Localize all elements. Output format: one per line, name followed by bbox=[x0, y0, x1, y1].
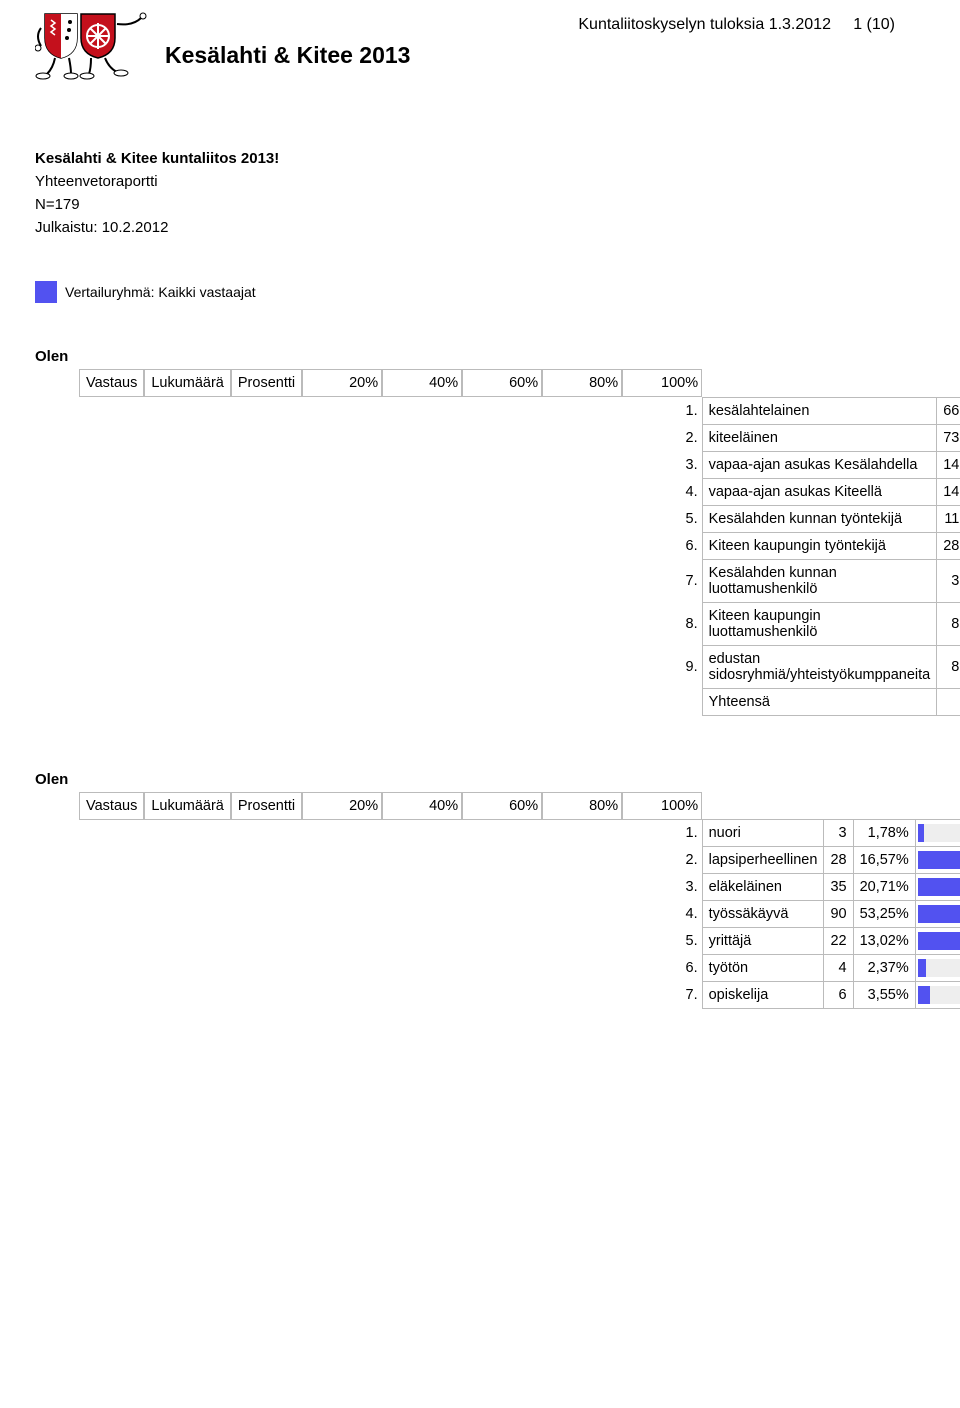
row-label: lapsiperheellinen bbox=[702, 847, 824, 874]
col-pct: Prosentti bbox=[231, 792, 302, 820]
row-index: 1. bbox=[53, 397, 702, 424]
report-subtitle: Yhteenvetoraportti bbox=[35, 173, 895, 190]
row-index: 1. bbox=[53, 820, 702, 847]
row-pct: 2,37% bbox=[853, 955, 915, 982]
page-header-right: Kuntaliitoskyselyn tuloksia 1.3.2012 1 (… bbox=[578, 10, 895, 34]
col-count: Lukumäärä bbox=[144, 792, 231, 820]
tick-label: 40% bbox=[382, 792, 462, 820]
row-count: 6 bbox=[824, 982, 853, 1009]
doc-title-right: Kuntaliitoskyselyn tuloksia 1.3.2012 bbox=[578, 16, 831, 33]
tick-label: 60% bbox=[462, 369, 542, 397]
row-bar bbox=[915, 928, 960, 955]
row-index: 2. bbox=[53, 847, 702, 874]
row-label: kesälahtelainen bbox=[702, 397, 937, 424]
row-count: 14 bbox=[937, 451, 960, 478]
tick-label: 20% bbox=[302, 369, 382, 397]
row-label: nuori bbox=[702, 820, 824, 847]
row-label: Kiteen kaupungin luottamushenkilö bbox=[702, 602, 937, 645]
row-index: 5. bbox=[53, 505, 702, 532]
legend-label: Vertailuryhmä: Kaikki vastaajat bbox=[65, 284, 256, 300]
row-label: työtön bbox=[702, 955, 824, 982]
row-count: 4 bbox=[824, 955, 853, 982]
row-label: vapaa-ajan asukas Kiteellä bbox=[702, 478, 937, 505]
row-label: yrittäjä bbox=[702, 928, 824, 955]
q1-title: Olen bbox=[35, 348, 895, 365]
row-index: 7. bbox=[53, 982, 702, 1009]
row-count: 22 bbox=[824, 928, 853, 955]
row-label: eläkeläinen bbox=[702, 874, 824, 901]
row-count: 11 bbox=[937, 505, 960, 532]
tick-label: 100% bbox=[622, 369, 702, 397]
row-index: 4. bbox=[53, 901, 702, 928]
tick-label: 80% bbox=[542, 369, 622, 397]
row-index: 3. bbox=[53, 451, 702, 478]
row-index: 2. bbox=[53, 424, 702, 451]
row-bar bbox=[915, 982, 960, 1009]
row-count: 73 bbox=[937, 424, 960, 451]
row-pct: 1,78% bbox=[853, 820, 915, 847]
row-label: edustan sidosryhmiä/yhteistyökumppaneita bbox=[702, 645, 937, 688]
row-count: 28 bbox=[937, 532, 960, 559]
row-label: kiteeläinen bbox=[702, 424, 937, 451]
total-label: Yhteensä bbox=[702, 688, 937, 715]
tick-label: 60% bbox=[462, 792, 542, 820]
row-label: Kiteen kaupungin työntekijä bbox=[702, 532, 937, 559]
report-n: N=179 bbox=[35, 196, 895, 213]
row-label: opiskelija bbox=[702, 982, 824, 1009]
row-bar bbox=[915, 874, 960, 901]
tick-label: 80% bbox=[542, 792, 622, 820]
row-bar bbox=[915, 901, 960, 928]
tick-label: 100% bbox=[622, 792, 702, 820]
row-count: 28 bbox=[824, 847, 853, 874]
row-index: 9. bbox=[53, 645, 702, 688]
row-pct: 13,02% bbox=[853, 928, 915, 955]
row-index: 4. bbox=[53, 478, 702, 505]
row-pct: 3,55% bbox=[853, 982, 915, 1009]
brand-logo bbox=[35, 10, 155, 80]
row-count: 35 bbox=[824, 874, 853, 901]
row-label: vapaa-ajan asukas Kesälahdella bbox=[702, 451, 937, 478]
q2-table: VastausLukumääräProsentti20%40%60%80%100… bbox=[53, 792, 960, 1010]
col-answer: Vastaus bbox=[79, 369, 144, 397]
tick-label: 40% bbox=[382, 369, 462, 397]
row-count: 14 bbox=[937, 478, 960, 505]
row-index: 8. bbox=[53, 602, 702, 645]
row-count: 8 bbox=[937, 645, 960, 688]
row-index: 3. bbox=[53, 874, 702, 901]
row-bar bbox=[915, 847, 960, 874]
row-count: 90 bbox=[824, 901, 853, 928]
row-bar bbox=[915, 820, 960, 847]
row-count: 3 bbox=[937, 559, 960, 602]
row-pct: 16,57% bbox=[853, 847, 915, 874]
row-index: 7. bbox=[53, 559, 702, 602]
row-label: työssäkäyvä bbox=[702, 901, 824, 928]
row-pct: 53,25% bbox=[853, 901, 915, 928]
col-answer: Vastaus bbox=[79, 792, 144, 820]
col-pct: Prosentti bbox=[231, 369, 302, 397]
row-count: 8 bbox=[937, 602, 960, 645]
tick-label: 20% bbox=[302, 792, 382, 820]
col-count: Lukumäärä bbox=[144, 369, 231, 397]
row-pct: 20,71% bbox=[853, 874, 915, 901]
report-published: Julkaistu: 10.2.2012 bbox=[35, 219, 895, 236]
q1-table: VastausLukumääräProsentti20%40%60%80%100… bbox=[53, 369, 960, 716]
row-label: Kesälahden kunnan luottamushenkilö bbox=[702, 559, 937, 602]
row-bar bbox=[915, 955, 960, 982]
q2-title: Olen bbox=[35, 771, 895, 788]
page-indicator: 1 (10) bbox=[853, 16, 895, 33]
row-label: Kesälahden kunnan työntekijä bbox=[702, 505, 937, 532]
row-index: 5. bbox=[53, 928, 702, 955]
row-index: 6. bbox=[53, 955, 702, 982]
report-title: Kesälahti & Kitee kuntaliitos 2013! bbox=[35, 150, 895, 167]
row-count: 3 bbox=[824, 820, 853, 847]
brand-title: Kesälahti & Kitee 2013 bbox=[165, 10, 410, 69]
row-index: 6. bbox=[53, 532, 702, 559]
legend-swatch bbox=[35, 281, 57, 303]
row-count: 66 bbox=[937, 397, 960, 424]
